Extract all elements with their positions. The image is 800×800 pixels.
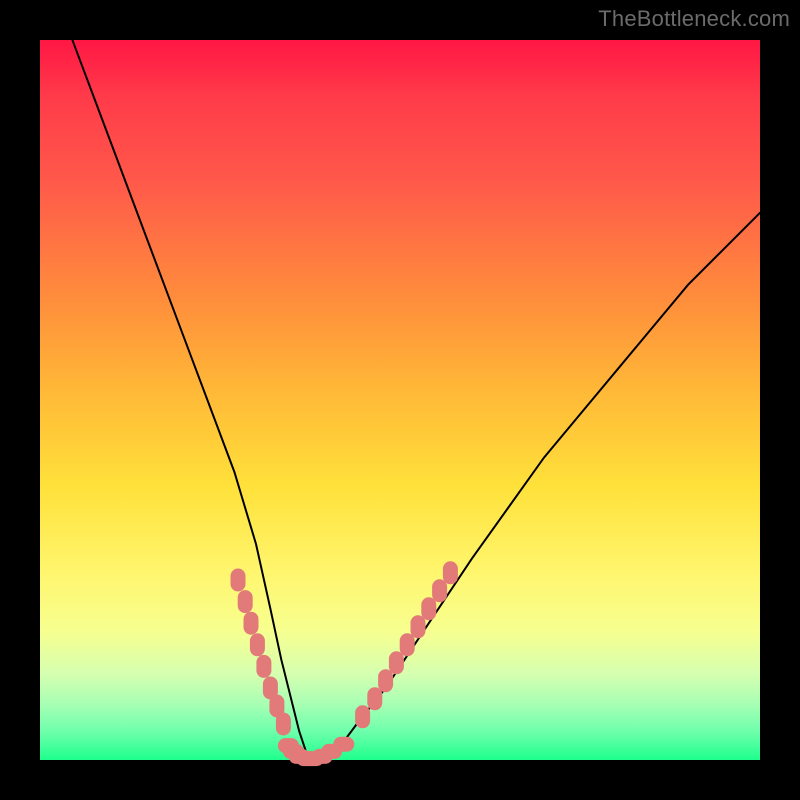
curve-marker [389,652,403,674]
curve-marker [422,598,436,620]
curve-marker [443,562,457,584]
curve-marker [368,688,382,710]
plot-area [40,40,760,760]
curve-marker [356,706,370,728]
marker-layer [231,562,457,766]
curve-marker [400,634,414,656]
curve-marker [334,737,354,751]
chart-frame: TheBottleneck.com [0,0,800,800]
watermark-text: TheBottleneck.com [598,6,790,32]
curve-svg [40,40,760,760]
curve-marker [231,569,245,591]
curve-marker [379,670,393,692]
curve-marker [238,591,252,613]
curve-marker [257,655,271,677]
curve-marker [250,634,264,656]
curve-marker [411,616,425,638]
curve-marker [244,612,258,634]
curve-marker [433,580,447,602]
curve-marker [276,713,290,735]
